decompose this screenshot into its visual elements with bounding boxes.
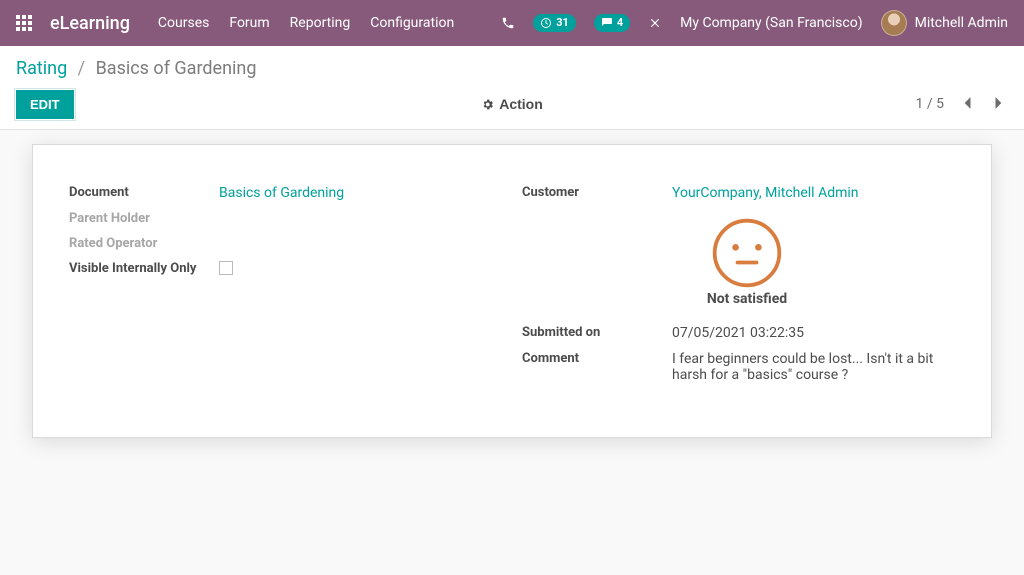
breadcrumb-parent[interactable]: Rating — [16, 58, 67, 79]
breadcrumb-current: Basics of Gardening — [96, 58, 257, 79]
form-right-column: Customer YourCompany, Mitchell Admin — [522, 185, 955, 393]
company-switcher[interactable]: My Company (San Francisco) — [680, 15, 862, 31]
breadcrumb: Rating / Basics of Gardening — [16, 58, 1008, 79]
gear-icon — [481, 98, 494, 111]
pager: 1 / 5 — [916, 93, 1008, 116]
app-brand[interactable]: eLearning — [50, 13, 130, 34]
form-sheet: Document Basics of Gardening Parent Hold… — [32, 144, 992, 438]
nav-item-courses[interactable]: Courses — [158, 15, 209, 31]
phone-icon[interactable] — [501, 16, 515, 30]
comment-value: I fear beginners could be lost... Isn't … — [672, 351, 955, 383]
nav-item-forum[interactable]: Forum — [229, 15, 269, 31]
form-left-column: Document Basics of Gardening Parent Hold… — [69, 185, 502, 393]
document-value[interactable]: Basics of Gardening — [219, 185, 502, 201]
form-container: Document Basics of Gardening Parent Hold… — [0, 130, 1024, 438]
breadcrumb-separator: / — [78, 58, 85, 79]
rated-operator-label: Rated Operator — [69, 236, 219, 251]
visible-internally-label: Visible Internally Only — [69, 261, 219, 276]
parent-holder-label: Parent Holder — [69, 211, 219, 226]
comment-label: Comment — [522, 351, 672, 366]
customer-value[interactable]: YourCompany, Mitchell Admin — [672, 185, 955, 201]
pager-prev-icon[interactable] — [958, 93, 976, 116]
tools-icon[interactable] — [648, 16, 662, 30]
user-avatar — [881, 10, 907, 36]
user-name: Mitchell Admin — [915, 15, 1008, 31]
activities-badge[interactable]: 31 — [533, 14, 576, 31]
visible-internally-checkbox[interactable] — [219, 261, 233, 275]
apps-icon[interactable] — [16, 15, 32, 31]
activities-count: 31 — [556, 16, 569, 29]
user-menu[interactable]: Mitchell Admin — [881, 10, 1008, 36]
rating-display: Not satisfied — [672, 215, 955, 307]
messages-badge[interactable]: 4 — [594, 14, 630, 31]
nav-right: 31 4 My Company (San Francisco) Mitchell… — [501, 10, 1008, 36]
document-label: Document — [69, 185, 219, 200]
submitted-value: 07/05/2021 03:22:35 — [672, 325, 955, 341]
nav-item-configuration[interactable]: Configuration — [370, 15, 454, 31]
customer-label: Customer — [522, 185, 672, 200]
submitted-label: Submitted on — [522, 325, 672, 340]
nav-menu: Courses Forum Reporting Configuration — [158, 15, 454, 31]
pager-next-icon[interactable] — [990, 93, 1008, 116]
action-label: Action — [499, 96, 543, 112]
top-navbar: eLearning Courses Forum Reporting Config… — [0, 0, 1024, 46]
messages-count: 4 — [617, 16, 623, 29]
visible-internally-value — [219, 261, 502, 279]
edit-button[interactable]: EDIT — [16, 90, 74, 119]
control-panel: Rating / Basics of Gardening EDIT Action… — [0, 46, 1024, 130]
nav-item-reporting[interactable]: Reporting — [290, 15, 351, 31]
action-dropdown[interactable]: Action — [481, 96, 543, 112]
rating-face-icon — [709, 215, 785, 291]
rating-text: Not satisfied — [707, 291, 787, 307]
pager-text[interactable]: 1 / 5 — [916, 96, 944, 112]
